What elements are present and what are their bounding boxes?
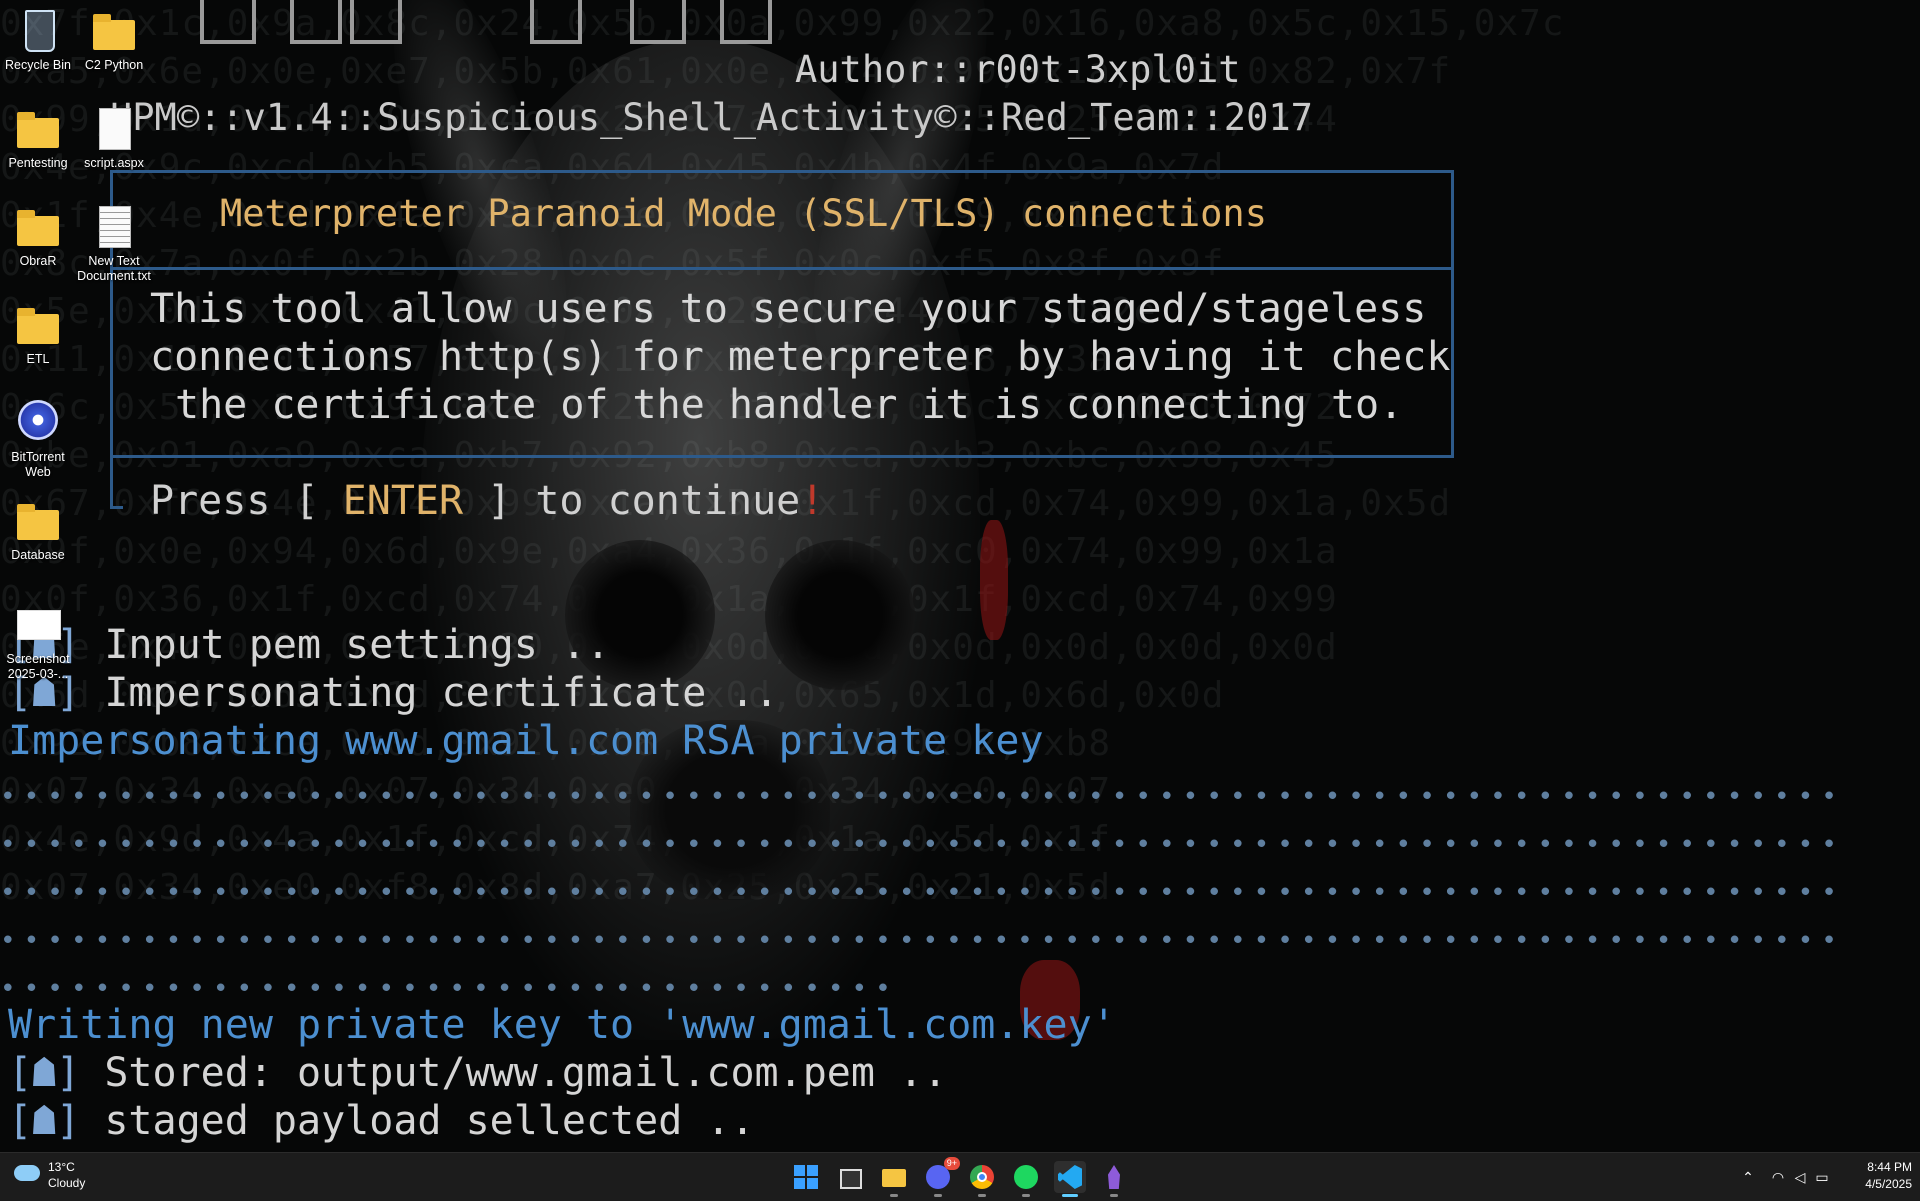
log-text: staged payload sellected ..: [80, 1098, 755, 1144]
desktop-icon-label: New Text Document.txt: [77, 254, 151, 283]
task-view-icon: [840, 1169, 862, 1189]
clock-time: 8:44 PM: [1867, 1160, 1912, 1174]
progress-dots: ••••••••••••••••••••••••••••••••••••••••…: [0, 830, 1845, 860]
cloud-icon: [14, 1165, 40, 1181]
banner-corner: [110, 458, 123, 509]
desktop-icon-label: script.aspx: [84, 156, 144, 170]
desktop-icon-obrar[interactable]: ObraR: [0, 204, 76, 269]
taskbar-spotify[interactable]: [1010, 1161, 1042, 1197]
log-line: Writing new private key to 'www.gmail.co…: [8, 1002, 1116, 1048]
ascii-logo-fragment: [190, 0, 790, 48]
author-line: Author::r00t-3xpl0it: [795, 48, 1241, 91]
folder-icon: [15, 106, 61, 152]
desktop-icon-screenshot[interactable]: Screenshot 2025-03-...: [0, 602, 76, 682]
weather-condition: Cloudy: [48, 1176, 86, 1190]
ascii-bar: [200, 0, 256, 44]
ascii-bar: [530, 0, 582, 44]
desktop-icon-database[interactable]: Database: [0, 498, 76, 563]
enter-key-label: ENTER: [342, 478, 464, 524]
text-file-icon: [91, 204, 137, 250]
desktop-icon-label: ObraR: [19, 254, 57, 268]
desktop-icon-label: C2 Python: [84, 58, 144, 72]
log-text: Impersonating certificate ..: [80, 670, 779, 716]
start-button[interactable]: [790, 1161, 822, 1193]
log-text: Stored: output/www.gmail.com.pem ..: [80, 1050, 948, 1096]
battery-icon[interactable]: ▭: [1814, 1169, 1830, 1185]
desktop-icon-c2-python[interactable]: C2 Python: [76, 8, 152, 73]
volume-icon[interactable]: ◁: [1792, 1169, 1808, 1185]
taskbar: 13°C Cloudy 9+ ⌃ ◠ ◁ ▭ 8:44 PM 4/5/2025: [0, 1152, 1920, 1201]
ascii-bar: [290, 0, 342, 44]
taskbar-chrome[interactable]: [966, 1161, 998, 1197]
ghost-eye-right: [765, 540, 915, 690]
desktop-icon-pentesting[interactable]: Pentesting: [0, 106, 76, 171]
log-line: [☗] Impersonating certificate ..: [8, 670, 779, 716]
log-line: [☗] Input pem settings ..: [8, 622, 610, 668]
log-text: Input pem settings ..: [80, 622, 611, 668]
description-line: the certificate of the handler it is con…: [175, 382, 1404, 428]
desktop-icon-new-text-document[interactable]: New Text Document.txt: [76, 204, 152, 284]
taskbar-discord[interactable]: 9+: [922, 1157, 960, 1197]
banner-title: Meterpreter Paranoid Mode (SSL/TLS) conn…: [220, 192, 1267, 235]
folder-icon: [15, 204, 61, 250]
weather-temp: 13°C: [48, 1160, 75, 1174]
desktop-icon-label: Recycle Bin: [5, 58, 71, 72]
version-line: UPM©::v1.4::Suspicious_Shell_Activity©::…: [110, 96, 1313, 139]
wifi-icon[interactable]: ◠: [1770, 1169, 1786, 1185]
windows-start-icon: [794, 1165, 818, 1189]
ascii-bar: [630, 0, 686, 44]
weather-text: 13°C Cloudy: [48, 1159, 85, 1191]
progress-dots: ••••••••••••••••••••••••••••••••••••••••…: [0, 926, 1845, 956]
folder-icon: [91, 8, 137, 54]
folder-icon: [15, 302, 61, 348]
ascii-bar: [350, 0, 402, 44]
file-icon: [91, 106, 137, 152]
progress-dots: ••••••••••••••••••••••••••••••••••••••••…: [0, 878, 1845, 908]
log-line: Impersonating www.gmail.com RSA private …: [8, 718, 1044, 764]
task-view-button[interactable]: [834, 1161, 866, 1193]
banner-divider: [113, 267, 1451, 270]
log-tag: [☗]: [8, 1050, 81, 1096]
image-file-icon: [15, 602, 61, 648]
description-line: This tool allow users to secure your sta…: [150, 286, 1427, 332]
blood-splatter: [980, 520, 1008, 640]
desktop-icon-label: Screenshot 2025-03-...: [6, 652, 70, 681]
vscode-icon: [1058, 1165, 1082, 1189]
log-tag: [☗]: [8, 1098, 81, 1144]
system-clock[interactable]: 8:44 PM 4/5/2025: [1846, 1159, 1912, 1193]
file-explorer-icon: [882, 1169, 906, 1187]
clock-date: 4/5/2025: [1865, 1177, 1912, 1191]
folder-icon: [15, 498, 61, 544]
desktop-icon-label: Database: [11, 548, 65, 562]
progress-dots: ••••••••••••••••••••••••••••••••••••••••…: [0, 782, 1845, 812]
desktop-icon-label: Pentesting: [8, 156, 68, 170]
bittorrent-icon: [15, 400, 61, 446]
description-line: connections http(s) for meterpreter by h…: [150, 334, 1451, 380]
chevron-up-icon[interactable]: ⌃: [1740, 1169, 1756, 1185]
press-prefix: Press [: [150, 478, 343, 524]
taskbar-vscode[interactable]: [1054, 1161, 1086, 1197]
spotify-icon: [1014, 1165, 1038, 1189]
desktop-icon-bittorrent-web[interactable]: BitTorrent Web: [0, 400, 76, 480]
recycle-bin-icon: [15, 8, 61, 54]
purple-app-icon: [1108, 1165, 1120, 1189]
taskbar-purple-app[interactable]: [1098, 1161, 1130, 1197]
desktop-icon-etl[interactable]: ETL: [0, 302, 76, 367]
notification-badge: 9+: [943, 1157, 960, 1170]
log-line: [☗] staged payload sellected ..: [8, 1098, 755, 1144]
log-text: Impersonating www.gmail.com RSA private …: [8, 718, 1044, 764]
press-bang: !: [800, 478, 825, 524]
press-suffix: ] to continue: [463, 478, 801, 524]
ascii-bar: [720, 0, 772, 44]
desktop-icon-label: ETL: [26, 352, 50, 366]
press-enter-prompt[interactable]: Press [ ENTER ] to continue!: [150, 478, 824, 524]
taskbar-file-explorer[interactable]: [878, 1161, 910, 1197]
progress-dots: ••••••••••••••••••••••••••••••••••••••: [0, 974, 899, 1004]
log-text: Writing new private key to 'www.gmail.co…: [8, 1002, 1116, 1048]
desktop-icon-script-aspx[interactable]: script.aspx: [76, 106, 152, 171]
chrome-icon: [970, 1165, 994, 1189]
desktop-icon-label: BitTorrent Web: [11, 450, 65, 479]
desktop-icon-recycle-bin[interactable]: Recycle Bin: [0, 8, 76, 73]
log-line: [☗] Stored: output/www.gmail.com.pem ..: [8, 1050, 947, 1096]
